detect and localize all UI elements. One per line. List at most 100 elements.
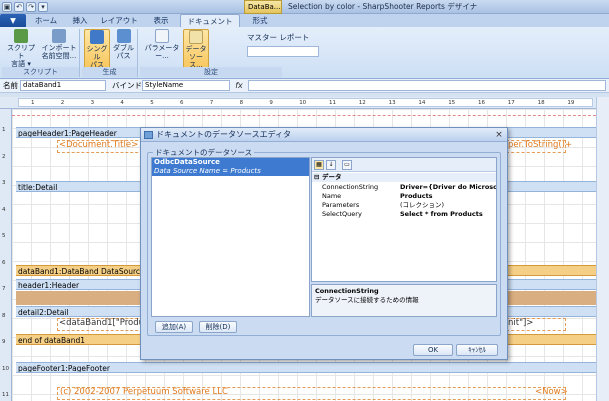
ruler-tick: 8 <box>2 312 6 319</box>
script-language-label: スクリプト <box>7 44 35 60</box>
ribbon-group-label: 設定 <box>140 67 282 77</box>
datasource-list[interactable]: OdbcDataSource Data Source Name = Produc… <box>151 157 310 317</box>
tab-insert[interactable]: 挿入 <box>66 14 94 27</box>
ruler-tick: 5 <box>2 233 6 239</box>
property-row[interactable]: SelectQuery Select * from Products <box>312 210 496 219</box>
sort-alpha-icon[interactable]: ↓ <box>326 160 336 170</box>
import-icon <box>52 29 66 43</box>
redo-icon[interactable]: ↷ <box>26 2 36 12</box>
ruler-tick: 10 <box>2 365 9 372</box>
collapse-icon[interactable]: ⊟ <box>314 173 319 182</box>
tab-format[interactable]: 形式 <box>244 14 276 27</box>
double-pass-button[interactable]: ダブル パス <box>111 29 136 60</box>
ruler-tick: 1 <box>2 127 6 133</box>
dialog-title-bar: ドキュメントのデータソースエディタ × <box>141 128 507 142</box>
datasource-detail: Data Source Name = Products <box>154 167 261 175</box>
page-number-text: per.ToString()+ <box>508 140 573 150</box>
script-icon <box>14 29 28 43</box>
ruler-tick: 7 <box>2 286 6 292</box>
script-language-button[interactable]: スクリプト 言語 ▾ <box>4 29 38 68</box>
expression-field[interactable] <box>248 80 606 91</box>
property-row[interactable]: Parameters (コレクション) <box>312 201 496 210</box>
cancel-button[interactable]: ｷｬﾝｾﾙ <box>456 344 498 356</box>
ruler-tick: 16 <box>478 100 485 106</box>
description-text: データソースに接続するための情報 <box>315 296 419 304</box>
property-value[interactable]: Driver={Driver do Microsoft <box>400 183 496 192</box>
ribbon-group-script: スクリプト 言語 ▾ インポート 名前空間... スクリプト <box>2 29 80 77</box>
ribbon-group-generate: シングル パス ダブル パス 生成 <box>82 29 138 77</box>
import-label2: 名前空間... <box>41 52 77 60</box>
ruler-tick: 19 <box>567 100 575 106</box>
property-pages-icon[interactable]: ▭ <box>342 160 352 170</box>
tab-home[interactable]: ホーム <box>30 14 62 27</box>
ruler-tick: 5 <box>150 100 154 106</box>
ruler-tick: 3 <box>90 100 95 106</box>
chevron-down-icon[interactable]: ▾ <box>38 2 48 12</box>
property-grid[interactable]: ▦ ↓ ▭ ⊟ データ ConnectionString Driver={Dri… <box>311 157 497 282</box>
property-row[interactable]: ConnectionString Driver={Driver do Micro… <box>312 183 496 192</box>
property-row[interactable]: Name Products <box>312 192 496 201</box>
ruler-tick: 11 <box>2 392 9 398</box>
tab-view[interactable]: 表示 <box>146 14 176 27</box>
import-namespace-button[interactable]: インポート 名前空間... <box>40 29 78 60</box>
property-name: Name <box>322 192 342 200</box>
import-label: インポート <box>41 44 77 52</box>
ruler-tick: 4 <box>2 206 6 213</box>
now-text: <Now> <box>535 387 568 397</box>
property-value[interactable]: Select * from Products <box>400 210 496 219</box>
category-label: データ <box>322 173 342 181</box>
ruler-tick: 15 <box>448 100 456 106</box>
context-tab-label[interactable]: DataBa... <box>244 0 282 14</box>
data-source-button[interactable]: データ ソース... <box>183 29 209 70</box>
parameters-label: パラメーター... <box>144 44 180 60</box>
document-title-text: <Document.Title> <box>59 140 139 150</box>
fx-icon[interactable]: fx <box>232 80 246 91</box>
tab-layout[interactable]: レイアウト <box>98 14 140 27</box>
dialog-title: ドキュメントのデータソースエディタ <box>156 130 292 139</box>
detail-field-left-text: <dataBand1["Produ <box>59 318 144 328</box>
margin-guide <box>12 115 596 116</box>
ruler-tick: 13 <box>388 100 396 106</box>
property-value[interactable]: (コレクション) <box>400 201 496 210</box>
parameters-button[interactable]: パラメーター... <box>142 29 182 60</box>
master-report-dropdown[interactable] <box>247 46 319 57</box>
ribbon-group-label: スクリプト <box>2 67 79 77</box>
band-page-footer[interactable]: pageFooter1:PageFooter <box>16 362 596 373</box>
app-menu-icon[interactable]: ▣ <box>2 2 12 12</box>
property-category[interactable]: ⊟ データ <box>312 173 496 182</box>
categorized-icon[interactable]: ▦ <box>314 160 324 170</box>
ruler-tick: 7 <box>209 100 214 106</box>
name-field[interactable]: dataBand1 <box>20 80 106 91</box>
tab-document[interactable]: ドキュメント <box>180 14 240 27</box>
single-pass-icon <box>90 30 104 44</box>
vertical-scrollbar[interactable] <box>596 97 609 401</box>
double-pass-label2: パス <box>116 52 131 60</box>
bind-label: バインド <box>112 81 142 90</box>
property-bar: 名前 dataBand1 バインド StyleName fx <box>0 79 609 93</box>
title-bar: ▣ ↶ ↷ ▾ DataBa... Selection by color - S… <box>0 0 609 14</box>
ruler-tick: 11 <box>329 100 336 106</box>
ok-button[interactable]: OK <box>413 344 453 356</box>
double-pass-icon <box>116 29 131 43</box>
list-item[interactable]: OdbcDataSource Data Source Name = Produc… <box>152 158 309 176</box>
dialog-icon <box>144 131 153 139</box>
ruler-tick: 18 <box>537 100 545 106</box>
single-pass-button[interactable]: シングル パス <box>84 29 110 70</box>
datasource-editor-dialog: ドキュメントのデータソースエディタ × ドキュメントのデータソース OdbcDa… <box>140 127 508 360</box>
delete-button[interactable]: 削除(D) <box>199 321 237 333</box>
data-source-icon <box>189 30 203 44</box>
horizontal-ruler: 1 2 3 4 5 6 7 8 9 10 11 12 13 14 15 16 17 18 19 <box>0 97 609 109</box>
property-value[interactable]: Products <box>400 192 496 201</box>
ruler-tick: 10 <box>299 100 307 106</box>
property-name: Parameters <box>322 201 360 209</box>
vertical-ruler: 1 2 3 4 5 6 7 8 9 10 11 <box>0 109 12 401</box>
undo-icon[interactable]: ↶ <box>14 2 24 12</box>
name-label: 名前 <box>3 81 18 90</box>
close-icon[interactable]: × <box>493 129 505 141</box>
ruler-tick: 8 <box>239 100 244 106</box>
single-pass-label: シングル <box>86 45 108 61</box>
add-button[interactable]: 追加(A) <box>155 321 193 333</box>
data-source-label: データ <box>185 45 207 53</box>
app-button[interactable]: ▼ <box>0 14 26 27</box>
bind-field[interactable]: StyleName <box>142 80 230 91</box>
